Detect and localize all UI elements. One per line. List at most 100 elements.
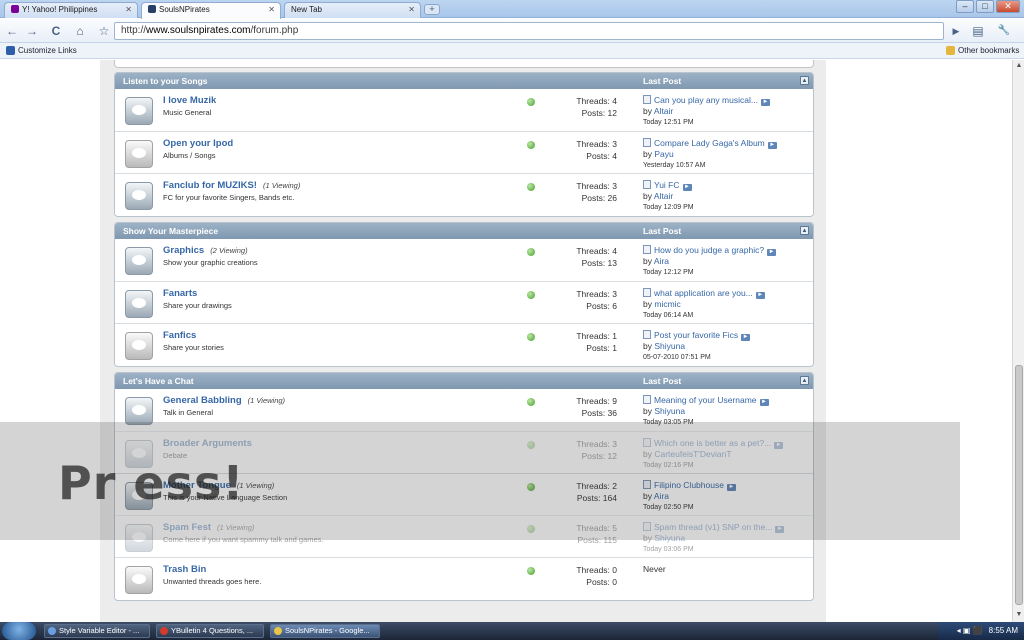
last-post-title[interactable]: Post your favorite Fics <box>654 330 738 340</box>
forum-name[interactable]: Spam Fest <box>163 522 211 533</box>
go-button[interactable]: ▶ <box>948 23 964 39</box>
bookmark-star-icon[interactable]: ☆ <box>96 23 112 39</box>
page-menu-icon[interactable]: ▤ <box>970 23 986 39</box>
close-tab-icon[interactable]: ✕ <box>125 5 132 14</box>
taskbar-item-style-editor[interactable]: Style Variable Editor - ... <box>44 624 150 638</box>
forum-title-link[interactable]: Open your Ipod <box>163 138 233 149</box>
taskbar-item-vbulletin-questions[interactable]: YBulletin 4 Questions, ... <box>156 624 264 638</box>
go-to-last-post-icon[interactable]: ► <box>741 334 751 341</box>
go-to-last-post-icon[interactable]: ► <box>775 526 785 533</box>
go-to-last-post-icon[interactable]: ► <box>759 399 769 406</box>
rss-status-dot-icon[interactable] <box>527 398 535 406</box>
last-post-title[interactable]: Which one is better as a pet?... <box>654 438 771 448</box>
clock[interactable]: 8:55 AM <box>989 626 1018 635</box>
rss-status-dot-icon[interactable] <box>527 567 535 575</box>
forum-name[interactable]: I love Muzik <box>163 95 216 106</box>
scroll-up-arrow-icon[interactable]: ▲ <box>1015 62 1023 70</box>
last-post-title[interactable]: Meaning of your Username <box>654 395 757 405</box>
rss-status-dot-icon[interactable] <box>527 291 535 299</box>
rss-status-dot-icon[interactable] <box>527 248 535 256</box>
close-tab-icon[interactable]: ✕ <box>268 5 275 14</box>
last-post-title-link[interactable]: How do you judge a graphic? ► <box>643 245 813 256</box>
rss-status-dot-icon[interactable] <box>527 525 535 533</box>
forward-button[interactable]: → <box>24 23 40 39</box>
last-post-title-link[interactable]: Meaning of your Username ► <box>643 395 813 406</box>
forum-name[interactable]: Graphics <box>163 245 204 256</box>
rss-status-dot-icon[interactable] <box>527 333 535 341</box>
forum-title-link[interactable]: Trash Bin <box>163 564 206 575</box>
tab-new-tab[interactable]: New Tab ✕ <box>284 2 421 18</box>
home-button[interactable]: ⌂ <box>72 23 88 39</box>
forum-title-link[interactable]: General Babbling (1 Viewing) <box>163 395 285 406</box>
address-bar[interactable]: http://www.soulsnpirates.com/forum.php <box>114 22 944 40</box>
forum-name[interactable]: Fanclub for MUZIKS! <box>163 180 257 191</box>
last-post-username[interactable]: Altair <box>654 191 673 201</box>
minimize-button[interactable]: – <box>956 0 974 13</box>
category-title[interactable]: Listen to your Songs <box>123 73 208 89</box>
forum-title-link[interactable]: Fanclub for MUZIKS! (1 Viewing) <box>163 180 300 191</box>
rss-status-dot-icon[interactable] <box>527 483 535 491</box>
forum-title-link[interactable]: Broader Arguments <box>163 438 252 449</box>
forum-name[interactable]: Broader Arguments <box>163 438 252 449</box>
last-post-title[interactable]: Filipino Clubhouse <box>654 480 724 490</box>
last-post-username[interactable]: CarteufeisT'DevianT <box>654 449 731 459</box>
reload-button[interactable]: C <box>48 23 64 39</box>
forum-title-link[interactable]: Fanarts <box>163 288 197 299</box>
back-button[interactable]: ← <box>4 23 20 39</box>
last-post-username[interactable]: micmic <box>654 299 680 309</box>
rss-status-dot-icon[interactable] <box>527 98 535 106</box>
last-post-title-link[interactable]: Filipino Clubhouse ► <box>643 480 813 491</box>
maximize-button[interactable]: □ <box>976 0 994 13</box>
scrollbar-thumb[interactable] <box>1015 365 1023 605</box>
forum-title-link[interactable]: I love Muzik <box>163 95 216 106</box>
last-post-username[interactable]: Shiyuna <box>654 533 685 543</box>
go-to-last-post-icon[interactable]: ► <box>774 442 784 449</box>
last-post-title-link[interactable]: what application are you... ► <box>643 288 813 299</box>
last-post-title[interactable]: How do you judge a graphic? <box>654 245 764 255</box>
other-bookmarks-folder[interactable]: Other bookmarks <box>946 46 1019 55</box>
last-post-username[interactable]: Payu <box>654 149 673 159</box>
scroll-down-arrow-icon[interactable]: ▼ <box>1015 611 1023 619</box>
category-title[interactable]: Show Your Masterpiece <box>123 223 218 239</box>
go-to-last-post-icon[interactable]: ► <box>755 292 765 299</box>
forum-name[interactable]: General Babbling <box>163 395 242 406</box>
close-tab-icon[interactable]: ✕ <box>408 5 415 14</box>
tab-yahoo[interactable]: Y! Yahoo! Philippines ✕ <box>4 2 138 18</box>
go-to-last-post-icon[interactable]: ► <box>682 184 692 191</box>
last-post-username[interactable]: Aira <box>654 491 669 501</box>
taskbar-item-soulsnpirates[interactable]: SoulsNPirates - Google... <box>270 624 380 638</box>
last-post-title[interactable]: Compare Lady Gaga's Album <box>654 138 765 148</box>
tools-menu-icon[interactable]: 🔧 <box>996 23 1012 39</box>
close-window-button[interactable]: ✕ <box>996 0 1020 13</box>
forum-title-link[interactable]: Graphics (2 Viewing) <box>163 245 248 256</box>
forum-title-link[interactable]: Mother Tongue (1 Viewing) <box>163 480 274 491</box>
new-tab-button[interactable]: + <box>424 4 440 15</box>
forum-name[interactable]: Open your Ipod <box>163 138 233 149</box>
last-post-title-link[interactable]: Can you play any musical... ► <box>643 95 813 106</box>
tray-icons[interactable]: ◂ ▣ ⬛ <box>957 626 983 635</box>
forum-name[interactable]: Fanfics <box>163 330 196 341</box>
forum-name[interactable]: Fanarts <box>163 288 197 299</box>
collapse-icon[interactable]: ▲ <box>800 376 809 385</box>
tab-soulsnpirates[interactable]: SoulsNPirates ✕ <box>141 2 281 19</box>
forum-title-link[interactable]: Spam Fest (1 Viewing) <box>163 522 254 533</box>
go-to-last-post-icon[interactable]: ► <box>767 249 777 256</box>
last-post-title-link[interactable]: Post your favorite Fics ► <box>643 330 813 341</box>
last-post-title-link[interactable]: Yui FC ► <box>643 180 813 191</box>
vertical-scrollbar[interactable]: ▲ ▼ <box>1012 60 1024 622</box>
last-post-title[interactable]: Yui FC <box>654 180 680 190</box>
rss-status-dot-icon[interactable] <box>527 141 535 149</box>
forum-name[interactable]: Trash Bin <box>163 564 206 575</box>
last-post-title-link[interactable]: Which one is better as a pet?... ► <box>643 438 813 449</box>
last-post-username[interactable]: Altair <box>654 106 673 116</box>
start-button[interactable] <box>2 622 36 640</box>
category-title[interactable]: Let's Have a Chat <box>123 373 194 389</box>
last-post-username[interactable]: Shiyuna <box>654 341 685 351</box>
go-to-last-post-icon[interactable]: ► <box>767 142 777 149</box>
rss-status-dot-icon[interactable] <box>527 183 535 191</box>
forum-title-link[interactable]: Fanfics <box>163 330 196 341</box>
last-post-username[interactable]: Aira <box>654 256 669 266</box>
rss-status-dot-icon[interactable] <box>527 441 535 449</box>
go-to-last-post-icon[interactable]: ► <box>726 484 736 491</box>
last-post-username[interactable]: Shiyuna <box>654 406 685 416</box>
